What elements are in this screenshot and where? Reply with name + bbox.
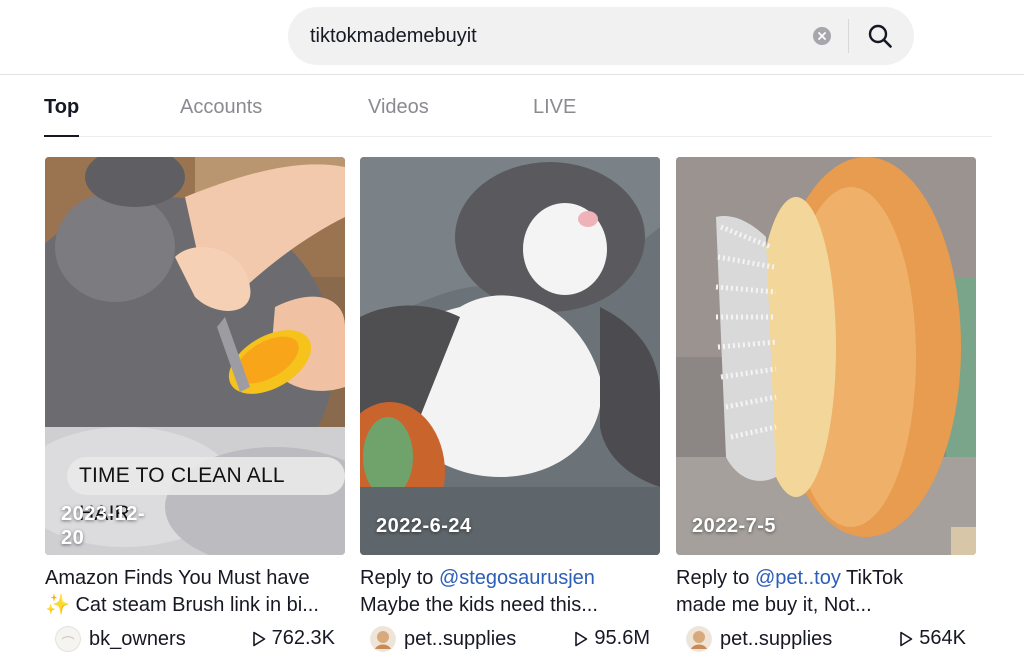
- desc-text: Cat steam Brush link in bi...: [69, 594, 319, 616]
- tab-top[interactable]: Top: [44, 96, 80, 137]
- desc-line: Reply to @stegosaurusjen: [360, 565, 660, 592]
- video-date-line: 2023-12-: [61, 503, 146, 525]
- avatar[interactable]: [55, 626, 81, 652]
- view-count: 564K: [899, 627, 966, 650]
- tab-live[interactable]: LIVE: [533, 96, 576, 136]
- thumbnail-image: [360, 157, 660, 555]
- desc-line: Reply to @pet..toy TikTok: [676, 565, 976, 592]
- desc-line: made me buy it, Not...: [676, 594, 872, 616]
- desc-text: Reply to: [676, 567, 755, 589]
- clear-search-button[interactable]: [813, 27, 831, 45]
- video-card[interactable]: 2022-6-24 Reply to @stegosaurusjen Maybe…: [360, 157, 660, 655]
- view-count: 762.3K: [252, 627, 335, 650]
- video-meta: pet..supplies 95.6M: [360, 623, 660, 655]
- video-description[interactable]: Reply to @stegosaurusjen Maybe the kids …: [360, 565, 660, 619]
- active-tab-indicator: [44, 135, 79, 137]
- tab-label: Videos: [368, 96, 429, 118]
- tab-label: Top: [44, 96, 80, 118]
- video-date: 2023-12- 20: [61, 503, 145, 550]
- video-thumbnail[interactable]: 2022-7-5: [676, 157, 976, 555]
- video-thumbnail[interactable]: 2022-6-24: [360, 157, 660, 555]
- video-date: 2022-6-24: [376, 515, 472, 537]
- play-icon: [252, 631, 265, 646]
- search-divider: [848, 19, 849, 53]
- avatar[interactable]: [370, 626, 396, 652]
- video-card[interactable]: TIME TO CLEAN ALL HAIR 2023-12- 20 Amazo…: [45, 157, 345, 655]
- sparkles-icon: ✨: [45, 594, 70, 616]
- video-date: 2022-7-5: [692, 515, 777, 537]
- tab-label: Accounts: [180, 96, 263, 118]
- thumbnail-image: [676, 157, 976, 555]
- desc-text: Reply to: [360, 567, 439, 589]
- author-name[interactable]: bk_owners: [89, 628, 186, 651]
- view-count-value: 95.6M: [594, 627, 650, 649]
- desc-line: Maybe the kids need this...: [360, 594, 598, 616]
- mention-link[interactable]: @stegosaurusjen: [439, 567, 595, 589]
- search-icon: [868, 24, 892, 48]
- desc-text: TikTok: [840, 567, 904, 589]
- avatar[interactable]: [686, 626, 712, 652]
- search-tabs: Top Accounts Videos LIVE: [44, 96, 992, 137]
- video-overlay-caption: TIME TO CLEAN ALL HAIR: [67, 457, 345, 525]
- view-count: 95.6M: [574, 627, 650, 650]
- video-meta: bk_owners 762.3K: [45, 623, 345, 655]
- search-button[interactable]: [860, 17, 900, 55]
- author-name[interactable]: pet..supplies: [404, 628, 516, 651]
- thumbnail-image: [45, 157, 345, 555]
- play-icon: [900, 631, 913, 646]
- desc-line: ✨ Cat steam Brush link in bi...: [45, 592, 345, 619]
- view-count-value: 564K: [919, 627, 966, 649]
- play-icon: [575, 631, 588, 646]
- search-bar: [288, 7, 914, 65]
- search-input[interactable]: [308, 23, 792, 49]
- view-count-value: 762.3K: [271, 627, 335, 649]
- video-description[interactable]: Reply to @pet..toy TikTok made me buy it…: [676, 565, 976, 619]
- clear-icon: [818, 32, 826, 40]
- tab-accounts[interactable]: Accounts: [180, 96, 262, 136]
- tab-label: LIVE: [533, 96, 577, 118]
- desc-line: Amazon Finds You Must have: [45, 567, 310, 589]
- video-date-line: 20: [61, 527, 85, 549]
- top-bar: [0, 0, 1024, 75]
- mention-link[interactable]: @pet..toy: [755, 567, 841, 589]
- tab-videos[interactable]: Videos: [368, 96, 429, 136]
- video-meta: pet..supplies 564K: [676, 623, 976, 655]
- video-thumbnail[interactable]: TIME TO CLEAN ALL HAIR 2023-12- 20: [45, 157, 345, 555]
- author-name[interactable]: pet..supplies: [720, 628, 832, 651]
- video-description[interactable]: Amazon Finds You Must have ✨ Cat steam B…: [45, 565, 345, 619]
- video-card[interactable]: 2022-7-5 Reply to @pet..toy TikTok made …: [676, 157, 976, 655]
